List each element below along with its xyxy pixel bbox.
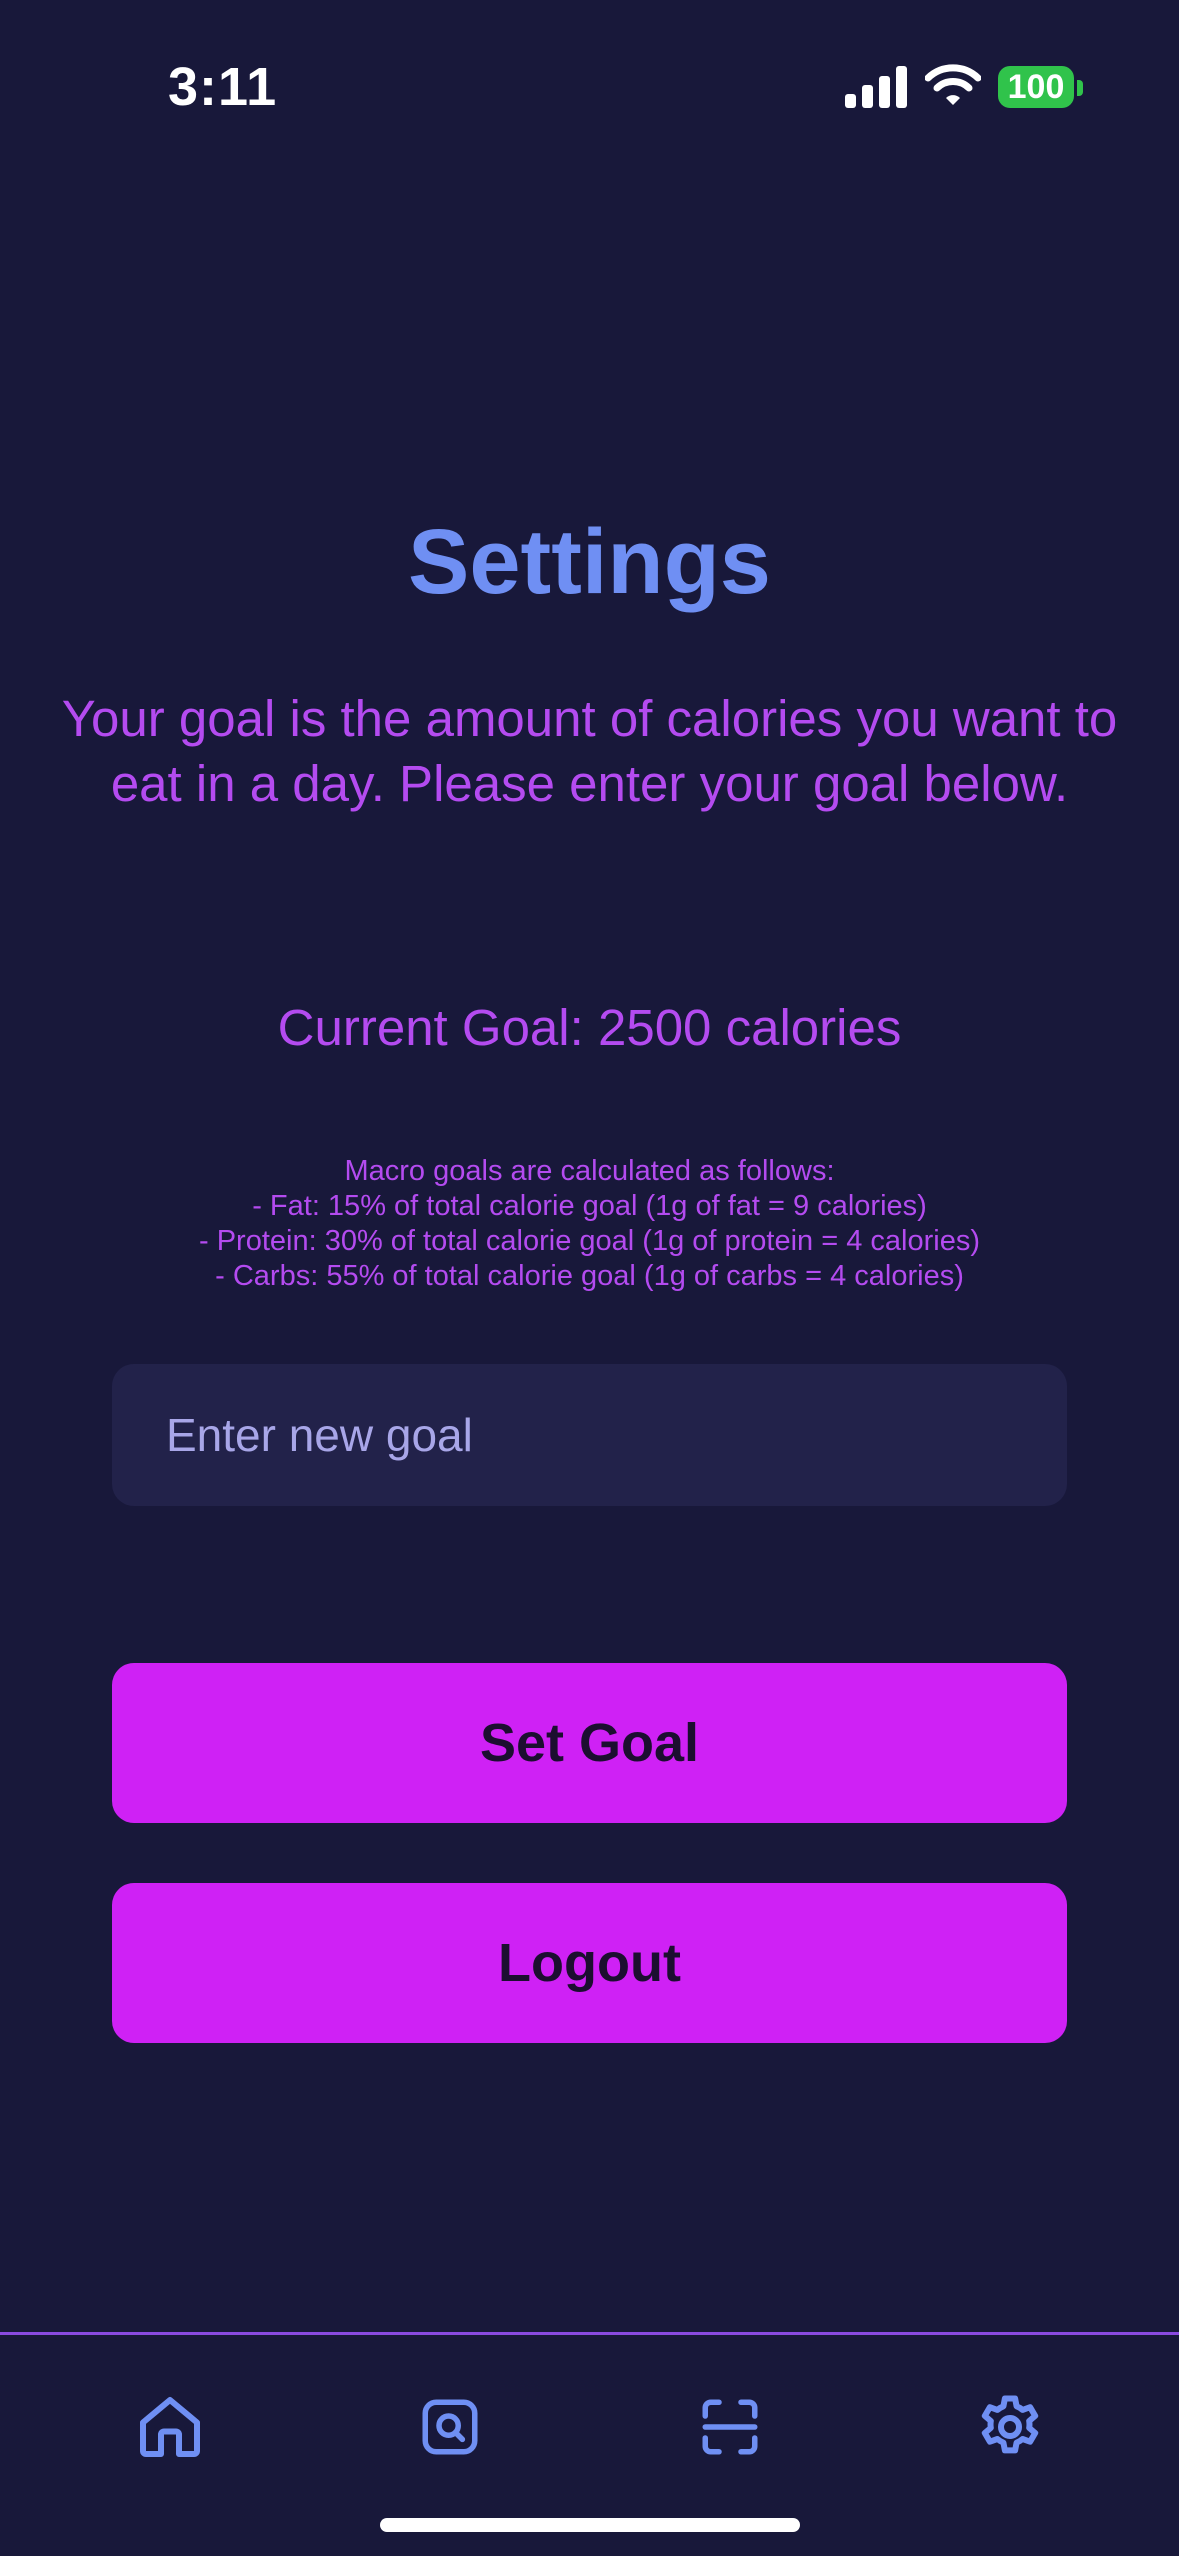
tab-home[interactable] <box>130 2387 210 2467</box>
gear-icon <box>981 2395 1039 2454</box>
tab-scan[interactable] <box>690 2387 770 2467</box>
set-goal-button[interactable]: Set Goal <box>112 1663 1067 1823</box>
tab-settings[interactable] <box>970 2387 1050 2467</box>
status-time: 3:11 <box>168 57 278 117</box>
page-title: Settings <box>408 511 771 613</box>
tab-search[interactable] <box>410 2387 490 2467</box>
home-indicator <box>380 2518 800 2532</box>
scan-icon <box>702 2399 758 2455</box>
cellular-signal-icon <box>845 66 907 108</box>
macro-info-heading: Macro goals are calculated as follows: <box>344 1155 835 1187</box>
logout-button[interactable]: Logout <box>112 1883 1067 2043</box>
battery-level: 100 <box>1007 67 1065 106</box>
current-goal: Current Goal: 2500 calories <box>277 999 902 1056</box>
macro-info-carbs: - Carbs: 55% of total calorie goal (1g o… <box>215 1260 964 1292</box>
search-icon <box>422 2399 478 2455</box>
goal-description: Your goal is the amount of calories you … <box>61 690 1118 812</box>
home-icon <box>140 2397 200 2457</box>
status-bar: 3:11 100 <box>0 0 1179 175</box>
battery-indicator: 100 <box>998 66 1074 108</box>
wifi-icon <box>925 64 981 105</box>
battery-tip <box>1077 80 1083 96</box>
macro-info-fat: - Fat: 15% of total calorie goal (1g of … <box>252 1190 927 1222</box>
macro-info: Macro goals are calculated as follows: -… <box>60 1154 1119 1294</box>
goal-input[interactable] <box>112 1364 1067 1506</box>
macro-info-protein: - Protein: 30% of total calorie goal (1g… <box>198 1225 980 1257</box>
